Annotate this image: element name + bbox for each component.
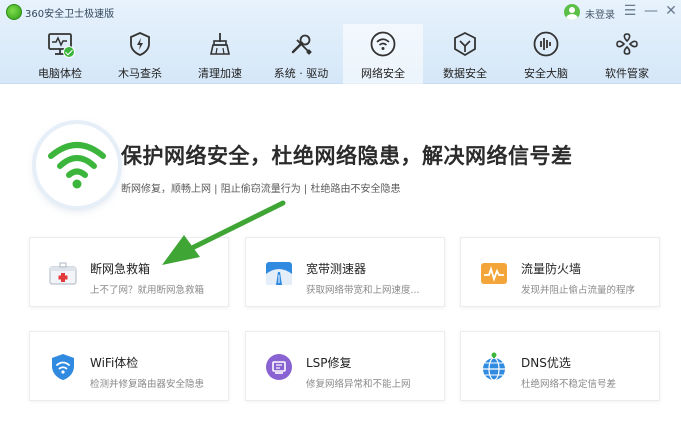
- cube-shield-icon: [451, 30, 479, 58]
- nav-label: 木马查杀: [118, 67, 162, 80]
- hero-title: 保护网络安全，杜绝网络隐患，解决网络信号差: [121, 144, 573, 168]
- broom-icon: [206, 30, 234, 58]
- user-avatar-icon[interactable]: [564, 4, 580, 20]
- card-title: 流量防火墙: [521, 262, 582, 276]
- nav-tab-software-manager[interactable]: 软件管家: [587, 24, 667, 84]
- nav-label: 安全大脑: [524, 67, 568, 80]
- main-nav: 电脑体检 木马查杀 清理加速 系统 · 驱动 网络安全 数据安全 安全大脑 软件…: [0, 24, 681, 84]
- wifi-icon: [369, 30, 397, 58]
- wrench-screwdriver-icon: [287, 30, 315, 58]
- card-desc: 杜绝网络不稳定信号差: [521, 379, 617, 390]
- nav-tab-data-security[interactable]: 数据安全: [425, 24, 505, 84]
- card-title: 断网急救箱: [90, 262, 151, 276]
- hero-wifi-badge: [36, 124, 118, 206]
- nav-tab-pc-checkup[interactable]: 电脑体检: [20, 24, 100, 84]
- check-badge-icon: [63, 46, 75, 58]
- apps-icon: [613, 30, 641, 58]
- wifi-shield-icon: [48, 352, 78, 382]
- nav-label: 系统 · 驱动: [273, 67, 329, 80]
- nav-tab-network-security[interactable]: 网络安全: [343, 24, 423, 84]
- annotation-arrow-icon: [162, 200, 286, 265]
- card-title: DNS优选: [521, 356, 571, 370]
- card-title: LSP修复: [306, 356, 352, 370]
- card-wifi-checkup[interactable]: WiFi体检 检测并修复路由器安全隐患: [29, 331, 229, 401]
- card-desc: 检测并修复路由器安全隐患: [90, 379, 205, 390]
- minimize-button[interactable]: —: [642, 1, 660, 21]
- hero-subtitle: 断网修复，顺畅上网 | 阻止偷窃流量行为 | 杜绝路由不安全隐患: [121, 184, 401, 195]
- card-desc: 获取网络带宽和上网速度...: [306, 285, 420, 296]
- nav-label: 软件管家: [605, 67, 649, 80]
- card-desc: 上不了网？就用断网急救箱: [90, 285, 205, 296]
- card-dns-optimize[interactable]: DNS优选 杜绝网络不稳定信号差: [460, 331, 660, 401]
- close-button[interactable]: ✕: [662, 1, 680, 21]
- pulse-chart-icon: [479, 258, 509, 288]
- nav-label: 电脑体检: [38, 67, 82, 80]
- nav-label: 清理加速: [198, 67, 242, 80]
- card-title: WiFi体检: [90, 356, 139, 370]
- nav-tab-security-brain[interactable]: 安全大脑: [506, 24, 586, 84]
- wifi-hero-icon: [48, 142, 106, 189]
- first-aid-kit-icon: [48, 258, 78, 288]
- nav-tab-cleanup[interactable]: 清理加速: [180, 24, 260, 84]
- card-desc: 修复网络异常和不能上网: [306, 379, 411, 390]
- app-title: 360安全卫士极速版: [25, 9, 115, 20]
- title-bar: 360安全卫士极速版 未登录 ☰ — ✕: [0, 0, 681, 24]
- login-link[interactable]: 未登录: [585, 6, 615, 21]
- card-lsp-repair[interactable]: LSP修复 修复网络异常和不能上网: [245, 331, 445, 401]
- top-header: 360安全卫士极速版 未登录 ☰ — ✕ 电脑体检 木马查杀 清理加速 系统 ·…: [0, 0, 681, 84]
- menu-button[interactable]: ☰: [621, 1, 639, 21]
- card-title: 宽带测速器: [306, 262, 367, 276]
- nav-label: 网络安全: [361, 67, 405, 80]
- app-logo-icon: [6, 4, 22, 20]
- nav-label: 数据安全: [443, 67, 487, 80]
- card-desc: 发现并阻止偷占流量的程序: [521, 285, 636, 296]
- nav-tab-system-driver[interactable]: 系统 · 驱动: [261, 24, 341, 84]
- globe-tower-icon: [479, 352, 509, 382]
- brain-icon: [532, 30, 560, 58]
- nav-tab-trojan-scan[interactable]: 木马查杀: [100, 24, 180, 84]
- card-traffic-firewall[interactable]: 流量防火墙 发现并阻止偷占流量的程序: [460, 237, 660, 307]
- shield-bolt-icon: [126, 30, 154, 58]
- chip-circle-icon: [264, 352, 294, 382]
